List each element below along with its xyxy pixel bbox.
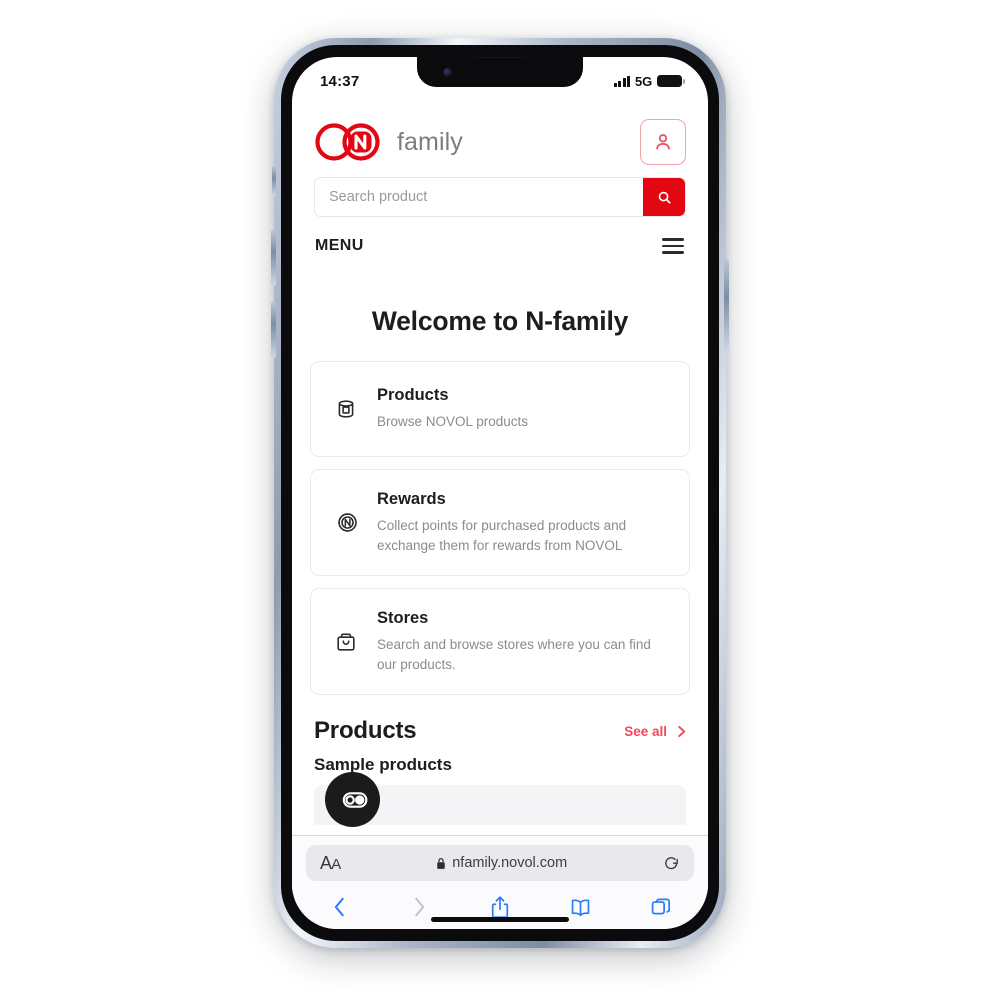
reload-icon[interactable] xyxy=(663,855,680,872)
web-page-content: family Search product MENU Welcome to N-… xyxy=(292,101,708,835)
home-indicator xyxy=(431,917,569,922)
browser-toolbar xyxy=(306,881,694,920)
status-bar-time: 14:37 xyxy=(320,72,360,90)
card-description: Search and browse stores where you can f… xyxy=(377,637,651,672)
text-size-button[interactable]: AAAA xyxy=(320,853,341,874)
account-button[interactable] xyxy=(640,119,686,165)
menu-row[interactable]: MENU xyxy=(292,217,708,269)
card-title: Rewards xyxy=(377,490,446,508)
feature-card-list: Products Browse NOVOL products Rewards C… xyxy=(292,361,708,696)
address-bar[interactable]: AAAA nfamily.novol.com xyxy=(306,845,694,881)
cookiebot-consent-icon xyxy=(342,791,367,808)
card-title: Products xyxy=(377,386,449,405)
earpiece-speaker xyxy=(474,57,526,58)
power-button[interactable] xyxy=(724,260,729,352)
lock-icon xyxy=(437,857,445,869)
back-arrow-icon[interactable] xyxy=(326,894,352,920)
card-title: Stores xyxy=(377,609,429,628)
user-account-icon xyxy=(656,134,670,150)
card-body: Products Browse NOVOL products xyxy=(377,386,671,432)
card-body: Stores Search and browse stores where yo… xyxy=(377,609,671,674)
device-bezel: 14:37 5G family Search product MENU Welc… xyxy=(281,45,719,941)
see-all-link[interactable]: See all xyxy=(624,724,687,739)
volume-down-button[interactable] xyxy=(271,302,276,358)
iphone-device-frame: 14:37 5G family Search product MENU Welc… xyxy=(271,38,729,948)
forward-arrow-icon xyxy=(407,894,433,920)
hamburger-menu-icon[interactable] xyxy=(662,238,684,254)
paint-can-icon xyxy=(331,397,361,421)
n-family-logo-icon xyxy=(315,123,380,161)
search-input[interactable] xyxy=(315,178,643,216)
page-title: Welcome to N-family xyxy=(371,306,629,336)
status-bar-indicators: 5G xyxy=(613,70,685,89)
products-section-header: Products See all xyxy=(292,695,708,745)
card-products[interactable]: Products Browse NOVOL products xyxy=(310,361,690,457)
reward-coin-icon xyxy=(331,510,361,535)
search-bar xyxy=(314,177,686,217)
volume-up-button[interactable] xyxy=(271,230,276,286)
products-section-title: Products xyxy=(314,717,417,745)
device-notch xyxy=(417,57,583,87)
network-type-label: 5G xyxy=(635,73,652,89)
site-header: family xyxy=(292,101,708,177)
card-stores[interactable]: Stores Search and browse stores where yo… xyxy=(310,588,690,696)
search-icon xyxy=(658,191,671,204)
device-screen: 14:37 5G family Search product MENU Welc… xyxy=(292,57,708,929)
silent-switch-button[interactable] xyxy=(272,166,276,196)
screenshot-canvas: 14:37 5G family Search product MENU Welc… xyxy=(0,0,1000,1000)
safari-browser-bar: AAAA nfamily.novol.com xyxy=(292,835,708,929)
url-text: nfamily.novol.com xyxy=(452,855,568,871)
bookmarks-icon[interactable] xyxy=(568,894,594,920)
card-body: Rewards Collect points for purchased pro… xyxy=(377,490,671,555)
battery-full-icon xyxy=(657,75,685,87)
search-row xyxy=(292,177,708,217)
card-rewards[interactable]: Rewards Collect points for purchased pro… xyxy=(310,469,690,577)
cellular-bars-icon xyxy=(613,75,631,87)
chevron-right-icon xyxy=(678,725,686,737)
front-camera-icon xyxy=(443,68,452,77)
card-description: Browse NOVOL products xyxy=(377,414,529,430)
brand-word-label: family xyxy=(397,127,463,156)
see-all-label: See all xyxy=(624,723,667,739)
url-display[interactable]: nfamily.novol.com xyxy=(340,855,663,871)
menu-label: MENU xyxy=(315,237,364,254)
products-section-subtitle: Sample products xyxy=(314,755,452,775)
card-description: Collect points for purchased products an… xyxy=(377,518,627,553)
brand-logo-link[interactable]: family xyxy=(314,122,463,162)
browser-viewport: family Search product MENU Welcome to N-… xyxy=(292,101,708,929)
shopping-bag-icon xyxy=(331,630,361,654)
search-submit-button[interactable] xyxy=(643,178,685,216)
cookie-consent-button[interactable] xyxy=(325,772,380,827)
tabs-icon[interactable] xyxy=(648,894,674,920)
